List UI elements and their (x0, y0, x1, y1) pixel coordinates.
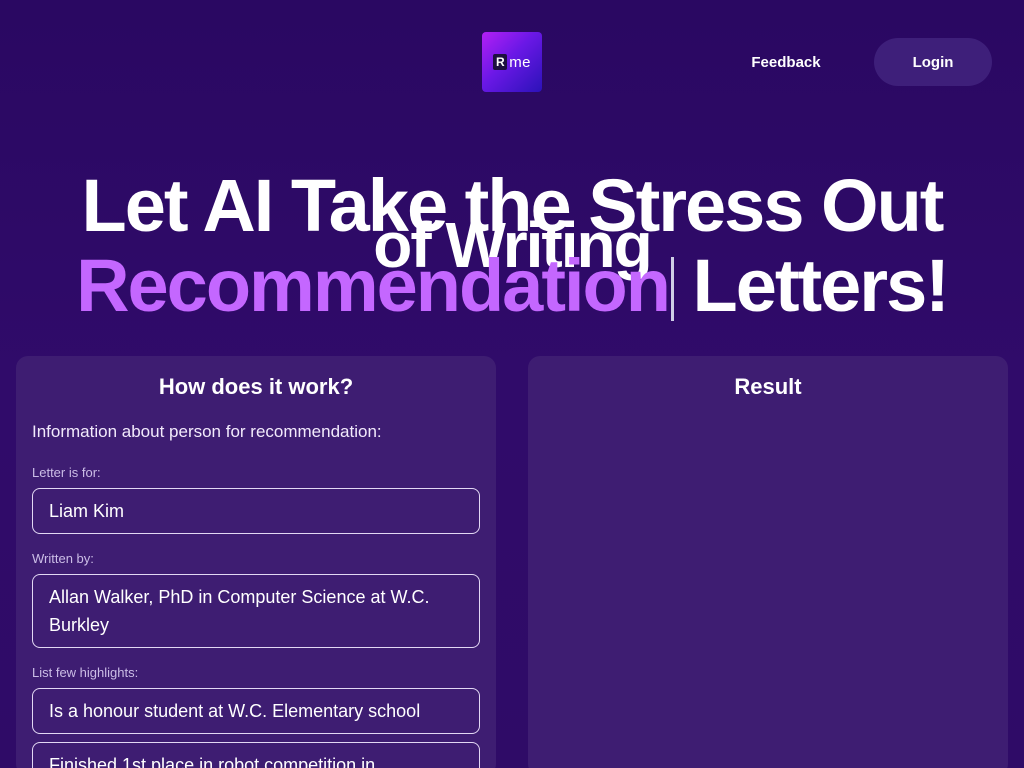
letter-for-input[interactable]: Liam Kim (32, 488, 480, 534)
login-button[interactable]: Login (874, 38, 992, 86)
logo-text: me (509, 53, 531, 71)
highlights-label: List few highlights: (32, 665, 139, 680)
hero-title-rest: Letters! (673, 244, 950, 327)
letter-for-label: Letter is for: (32, 465, 101, 480)
feedback-link[interactable]: Feedback (740, 38, 832, 86)
written-by-label: Written by: (32, 551, 94, 566)
highlight-input[interactable]: Finished 1st place in robot competition … (32, 742, 480, 768)
highlight-input[interactable]: Is a honour student at W.C. Elementary s… (32, 688, 480, 734)
logo-mark: R (493, 54, 508, 70)
written-by-input[interactable]: Allan Walker, PhD in Computer Science at… (32, 574, 480, 648)
form-panel-title: How does it work? (158, 374, 354, 399)
hero-accent-word: Recommendation (76, 244, 671, 327)
form-intro: Information about person for recommendat… (32, 422, 382, 441)
hero-title-line-3: Recommendation Letters! (0, 246, 1024, 326)
app-logo[interactable]: R me (482, 32, 542, 92)
result-panel: Result (528, 356, 1008, 768)
result-panel-title: Result (734, 374, 802, 399)
form-panel: How does it work? Information about pers… (16, 356, 496, 768)
